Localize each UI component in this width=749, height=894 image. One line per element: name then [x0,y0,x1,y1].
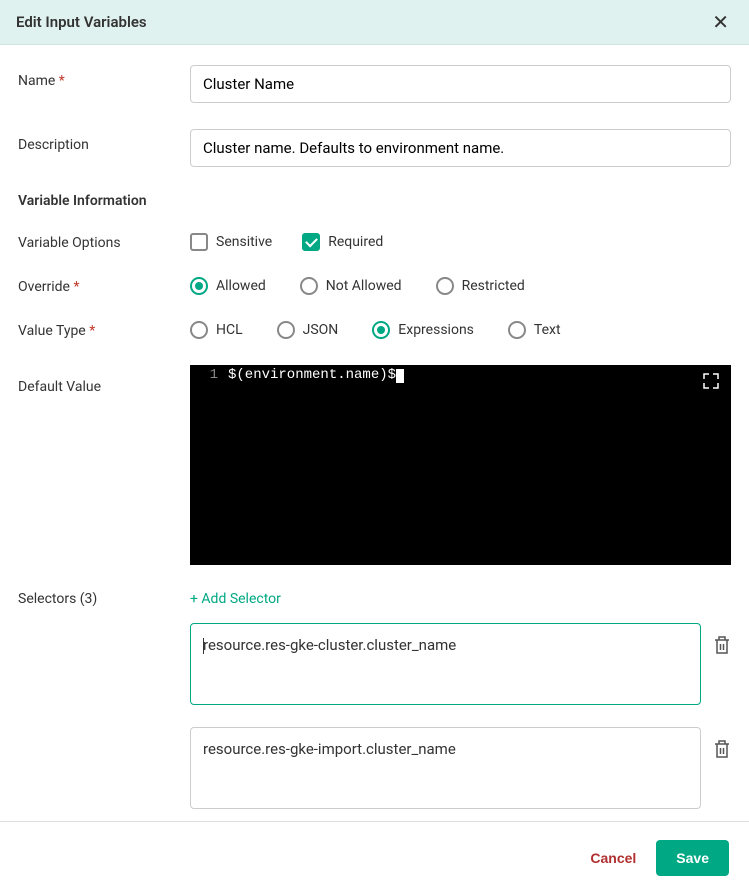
required-label: Required [328,234,383,250]
selectors-row: Selectors (3) + Add Selector [18,591,731,607]
modal-footer: Cancel Save [0,821,749,894]
selectors-label: Selectors (3) [18,591,190,607]
selector-item: resource.res-gke-cluster.cluster_name [190,623,731,705]
save-button[interactable]: Save [656,840,729,876]
expand-icon[interactable] [703,373,719,389]
name-input[interactable] [190,65,731,103]
radio-icon [436,277,454,295]
trash-icon[interactable] [713,635,731,655]
default-value-label: Default Value [18,365,190,395]
radio-icon [190,277,208,295]
override-not-allowed-radio[interactable]: Not Allowed [300,277,402,295]
value-type-hcl-radio[interactable]: HCL [190,321,243,339]
code-editor[interactable]: 1 $(environment.name)$ [190,365,731,565]
description-input[interactable] [190,129,731,167]
name-row: Name * [18,65,731,103]
required-checkbox[interactable]: Required [302,233,383,251]
value-type-expressions-radio[interactable]: Expressions [372,321,474,339]
selector-item: resource.res-gke-import.cluster_name [190,727,731,809]
default-value-row: Default Value 1 $(environment.name)$ [18,365,731,565]
modal-header: Edit Input Variables ✕ [0,0,749,45]
description-row: Description [18,129,731,167]
override-row: Override * Allowed Not Allowed Restricte… [18,277,731,295]
name-label: Name * [18,65,190,89]
variable-options-label: Variable Options [18,233,190,251]
selector-input[interactable]: resource.res-gke-import.cluster_name [190,727,701,809]
variable-info-heading: Variable Information [18,193,731,209]
value-type-text-radio[interactable]: Text [508,321,561,339]
override-label: Override * [18,277,190,295]
radio-icon [372,321,390,339]
cursor-icon [396,369,404,383]
value-type-label: Value Type * [18,321,190,339]
description-label: Description [18,129,190,153]
code-content: $(environment.name)$ [224,365,676,565]
selectors-list: resource.res-gke-cluster.cluster_name re… [190,623,731,809]
radio-icon [190,321,208,339]
radio-icon [300,277,318,295]
close-icon[interactable]: ✕ [708,12,733,32]
radio-icon [277,321,295,339]
value-type-row: Value Type * HCL JSON Expressions Text [18,321,731,339]
override-restricted-radio[interactable]: Restricted [436,277,525,295]
line-number: 1 [190,365,224,565]
checkbox-checked-icon [302,233,320,251]
checkbox-icon [190,233,208,251]
selector-input[interactable]: resource.res-gke-cluster.cluster_name [190,623,701,705]
cancel-button[interactable]: Cancel [590,850,636,866]
modal-title: Edit Input Variables [16,13,147,31]
trash-icon[interactable] [713,739,731,759]
sensitive-checkbox[interactable]: Sensitive [190,233,272,251]
variable-options-row: Variable Options Sensitive Required [18,233,731,251]
add-selector-button[interactable]: + Add Selector [190,591,281,607]
modal-body: Name * Description Variable Information … [0,45,749,821]
sensitive-label: Sensitive [216,234,272,250]
value-type-json-radio[interactable]: JSON [277,321,339,339]
radio-icon [508,321,526,339]
override-allowed-radio[interactable]: Allowed [190,277,266,295]
